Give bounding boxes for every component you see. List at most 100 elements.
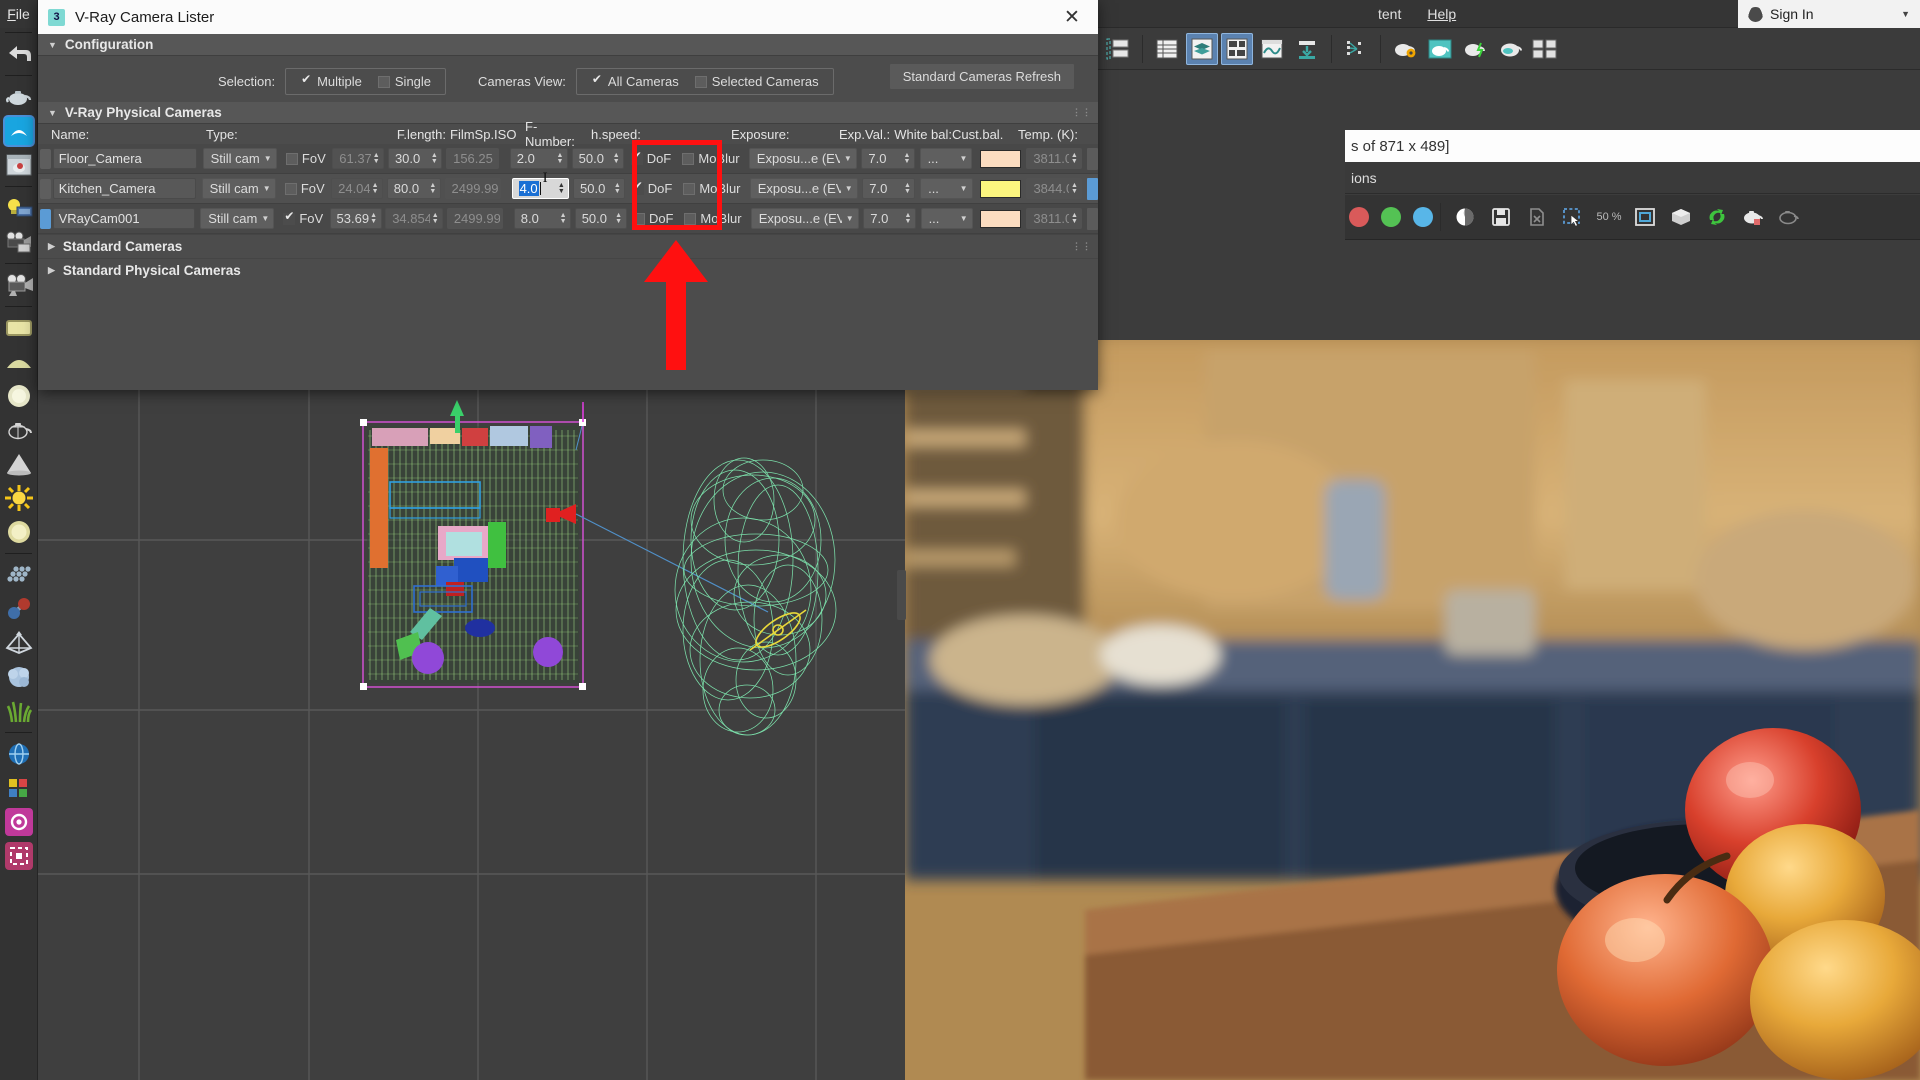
cameras-view-option-all[interactable]: All Cameras — [591, 74, 679, 89]
channel-red-icon[interactable] — [1349, 207, 1369, 227]
checkbox-icon[interactable] — [684, 213, 696, 225]
sphere-gold-icon[interactable] — [0, 515, 38, 549]
schematic-view-icon[interactable] — [1291, 33, 1323, 65]
camera-target-icon[interactable] — [0, 225, 38, 259]
table-row[interactable]: Kitchen_Camera Still cam ▼ FoV 24.049 ▲▼… — [38, 174, 1098, 204]
render-frame-window-icon[interactable] — [1494, 33, 1526, 65]
camera-name-field[interactable]: VRayCam001 — [53, 208, 195, 229]
row-scroll-indicator[interactable] — [1087, 208, 1098, 230]
spinner-arrows-icon[interactable]: ▲▼ — [371, 153, 381, 165]
exposure-dropdown[interactable]: Exposu...e (EV) ▼ — [749, 148, 857, 169]
custom-balance-color-swatch[interactable] — [980, 210, 1021, 228]
spinner-arrows-icon[interactable]: ▲▼ — [902, 183, 912, 195]
sun-light-icon[interactable] — [0, 481, 38, 515]
standard-physical-cameras-rollup-header[interactable]: ▶ Standard Physical Cameras — [38, 258, 1098, 282]
selection-group[interactable]: Multiple Single — [285, 68, 446, 95]
chevron-down-icon[interactable]: ▼ — [263, 184, 271, 193]
dialog-title-bar[interactable]: 3 V-Ray Camera Lister ✕ — [38, 0, 1098, 34]
menu-item-help[interactable]: Help — [1427, 6, 1456, 22]
teapot-render-icon[interactable] — [1736, 200, 1770, 234]
chevron-right-icon[interactable]: ▶ — [48, 241, 55, 252]
white-balance-dropdown[interactable]: ... ▼ — [921, 208, 973, 229]
row-selection-marker[interactable] — [40, 149, 51, 169]
spinner-arrows-icon[interactable]: ▲▼ — [429, 153, 439, 165]
fov-toggle[interactable]: FoV — [283, 211, 323, 226]
checkbox-checked-icon[interactable] — [631, 153, 643, 165]
checkbox-checked-icon[interactable] — [632, 183, 644, 195]
exposure-dropdown[interactable]: Exposu...e (EV) ▼ — [751, 208, 859, 229]
f-number-spinner[interactable]: 2.0 ▲▼ — [510, 148, 568, 169]
teapot-wire-icon[interactable] — [0, 413, 38, 447]
viewport-splitter-handle[interactable] — [897, 570, 906, 620]
spinner-arrows-icon[interactable]: ▲▼ — [556, 183, 566, 195]
row-scroll-indicator[interactable] — [1087, 178, 1098, 200]
render-image-icon[interactable] — [0, 148, 38, 182]
spinner-arrows-icon[interactable]: ▲▼ — [1069, 213, 1079, 225]
chevron-down-icon[interactable]: ▼ — [846, 214, 854, 223]
moblur-toggle[interactable]: MoBlur — [682, 151, 739, 166]
temperature-spinner[interactable]: 3811.0 ▲▼ — [1026, 148, 1082, 169]
cameras-view-option-selected[interactable]: Selected Cameras — [695, 74, 819, 89]
checkbox-icon[interactable] — [378, 76, 390, 88]
checkbox-icon[interactable] — [682, 153, 694, 165]
globe-icon[interactable] — [0, 737, 38, 771]
lights-icon[interactable] — [0, 191, 38, 225]
render-production-icon[interactable] — [1529, 33, 1561, 65]
layers-toggle-icon[interactable] — [1186, 33, 1218, 65]
file-menu-button[interactable]: File — [0, 0, 37, 28]
shutter-speed-spinner[interactable]: 50.0 ▲▼ — [572, 148, 625, 169]
camera-type-dropdown[interactable]: Still cam ▼ — [202, 178, 276, 199]
chevron-down-icon[interactable]: ▼ — [845, 184, 853, 193]
curve-editor-icon[interactable] — [1256, 33, 1288, 65]
focal-length-spinner[interactable]: 30.0 ▲▼ — [388, 148, 442, 169]
particle-view-icon[interactable] — [1340, 33, 1372, 65]
exposure-dropdown[interactable]: Exposu...e (EV) ▼ — [750, 178, 858, 199]
exposure-value-spinner[interactable]: 7.0 ▲▼ — [863, 208, 916, 229]
moblur-toggle[interactable]: MoBlur — [684, 211, 741, 226]
film-speed-spinner[interactable]: 2499.99 — [447, 208, 503, 229]
chevron-down-icon[interactable]: ▼ — [960, 184, 968, 193]
channel-green-icon[interactable] — [1381, 207, 1401, 227]
resize-grip-icon[interactable]: ⋮⋮ — [1072, 241, 1092, 252]
grass-scatter-icon[interactable] — [0, 694, 38, 728]
configuration-rollup-header[interactable]: ▼ Configuration — [38, 34, 1098, 56]
focal-length-spinner[interactable]: 80.0 ▲▼ — [387, 178, 441, 199]
spinner-arrows-icon[interactable]: ▲▼ — [611, 153, 621, 165]
chevron-down-icon[interactable]: ▼ — [844, 154, 852, 163]
spinner-arrows-icon[interactable]: ▲▼ — [369, 213, 379, 225]
chevron-down-icon[interactable]: ▼ — [959, 154, 967, 163]
fov-toggle[interactable]: FoV — [286, 151, 326, 166]
selection-option-single[interactable]: Single — [378, 74, 431, 89]
dome-primitive-icon[interactable] — [0, 345, 38, 379]
scene-explorer-icon[interactable] — [1102, 33, 1134, 65]
zoom-level-icon[interactable]: 50 % — [1592, 200, 1626, 234]
custom-balance-color-swatch[interactable] — [980, 150, 1021, 168]
checkbox-icon[interactable] — [683, 183, 695, 195]
frame-window-icon[interactable] — [1628, 200, 1662, 234]
chevron-down-icon[interactable]: ▼ — [264, 154, 272, 163]
cone-primitive-icon[interactable] — [0, 447, 38, 481]
checkbox-icon[interactable] — [286, 153, 298, 165]
camera-type-dropdown[interactable]: Still cam ▼ — [203, 148, 277, 169]
sphere-light-icon[interactable] — [0, 379, 38, 413]
material-editor-icon[interactable] — [1389, 33, 1421, 65]
camera-name-field[interactable]: Floor_Camera — [53, 148, 197, 169]
temperature-spinner[interactable]: 3811.0 ▲▼ — [1026, 208, 1082, 229]
alpha-channel-icon[interactable] — [1448, 200, 1482, 234]
menu-item-content[interactable]: tent — [1378, 6, 1401, 22]
region-select-icon[interactable] — [1556, 200, 1590, 234]
chevron-down-icon[interactable]: ▼ — [261, 214, 269, 223]
dof-toggle[interactable]: DoF — [632, 181, 673, 196]
layer-explorer-icon[interactable] — [1151, 33, 1183, 65]
chevron-down-icon[interactable]: ▼ — [960, 214, 968, 223]
fov-value-spinner[interactable]: 53.696 ▲▼ — [330, 208, 382, 229]
spinner-arrows-icon[interactable]: ▲▼ — [1069, 153, 1079, 165]
teapot-geometry-icon[interactable] — [0, 80, 38, 114]
spinner-arrows-icon[interactable]: ▲▼ — [614, 213, 624, 225]
temperature-spinner[interactable]: 3844.0 ▲▼ — [1026, 178, 1082, 199]
camera-type-dropdown[interactable]: Still cam ▼ — [200, 208, 274, 229]
checkbox-icon[interactable] — [633, 213, 645, 225]
row-selection-marker[interactable] — [40, 179, 51, 199]
spinner-arrows-icon[interactable]: ▲▼ — [612, 183, 622, 195]
row-selection-marker[interactable] — [40, 209, 51, 229]
